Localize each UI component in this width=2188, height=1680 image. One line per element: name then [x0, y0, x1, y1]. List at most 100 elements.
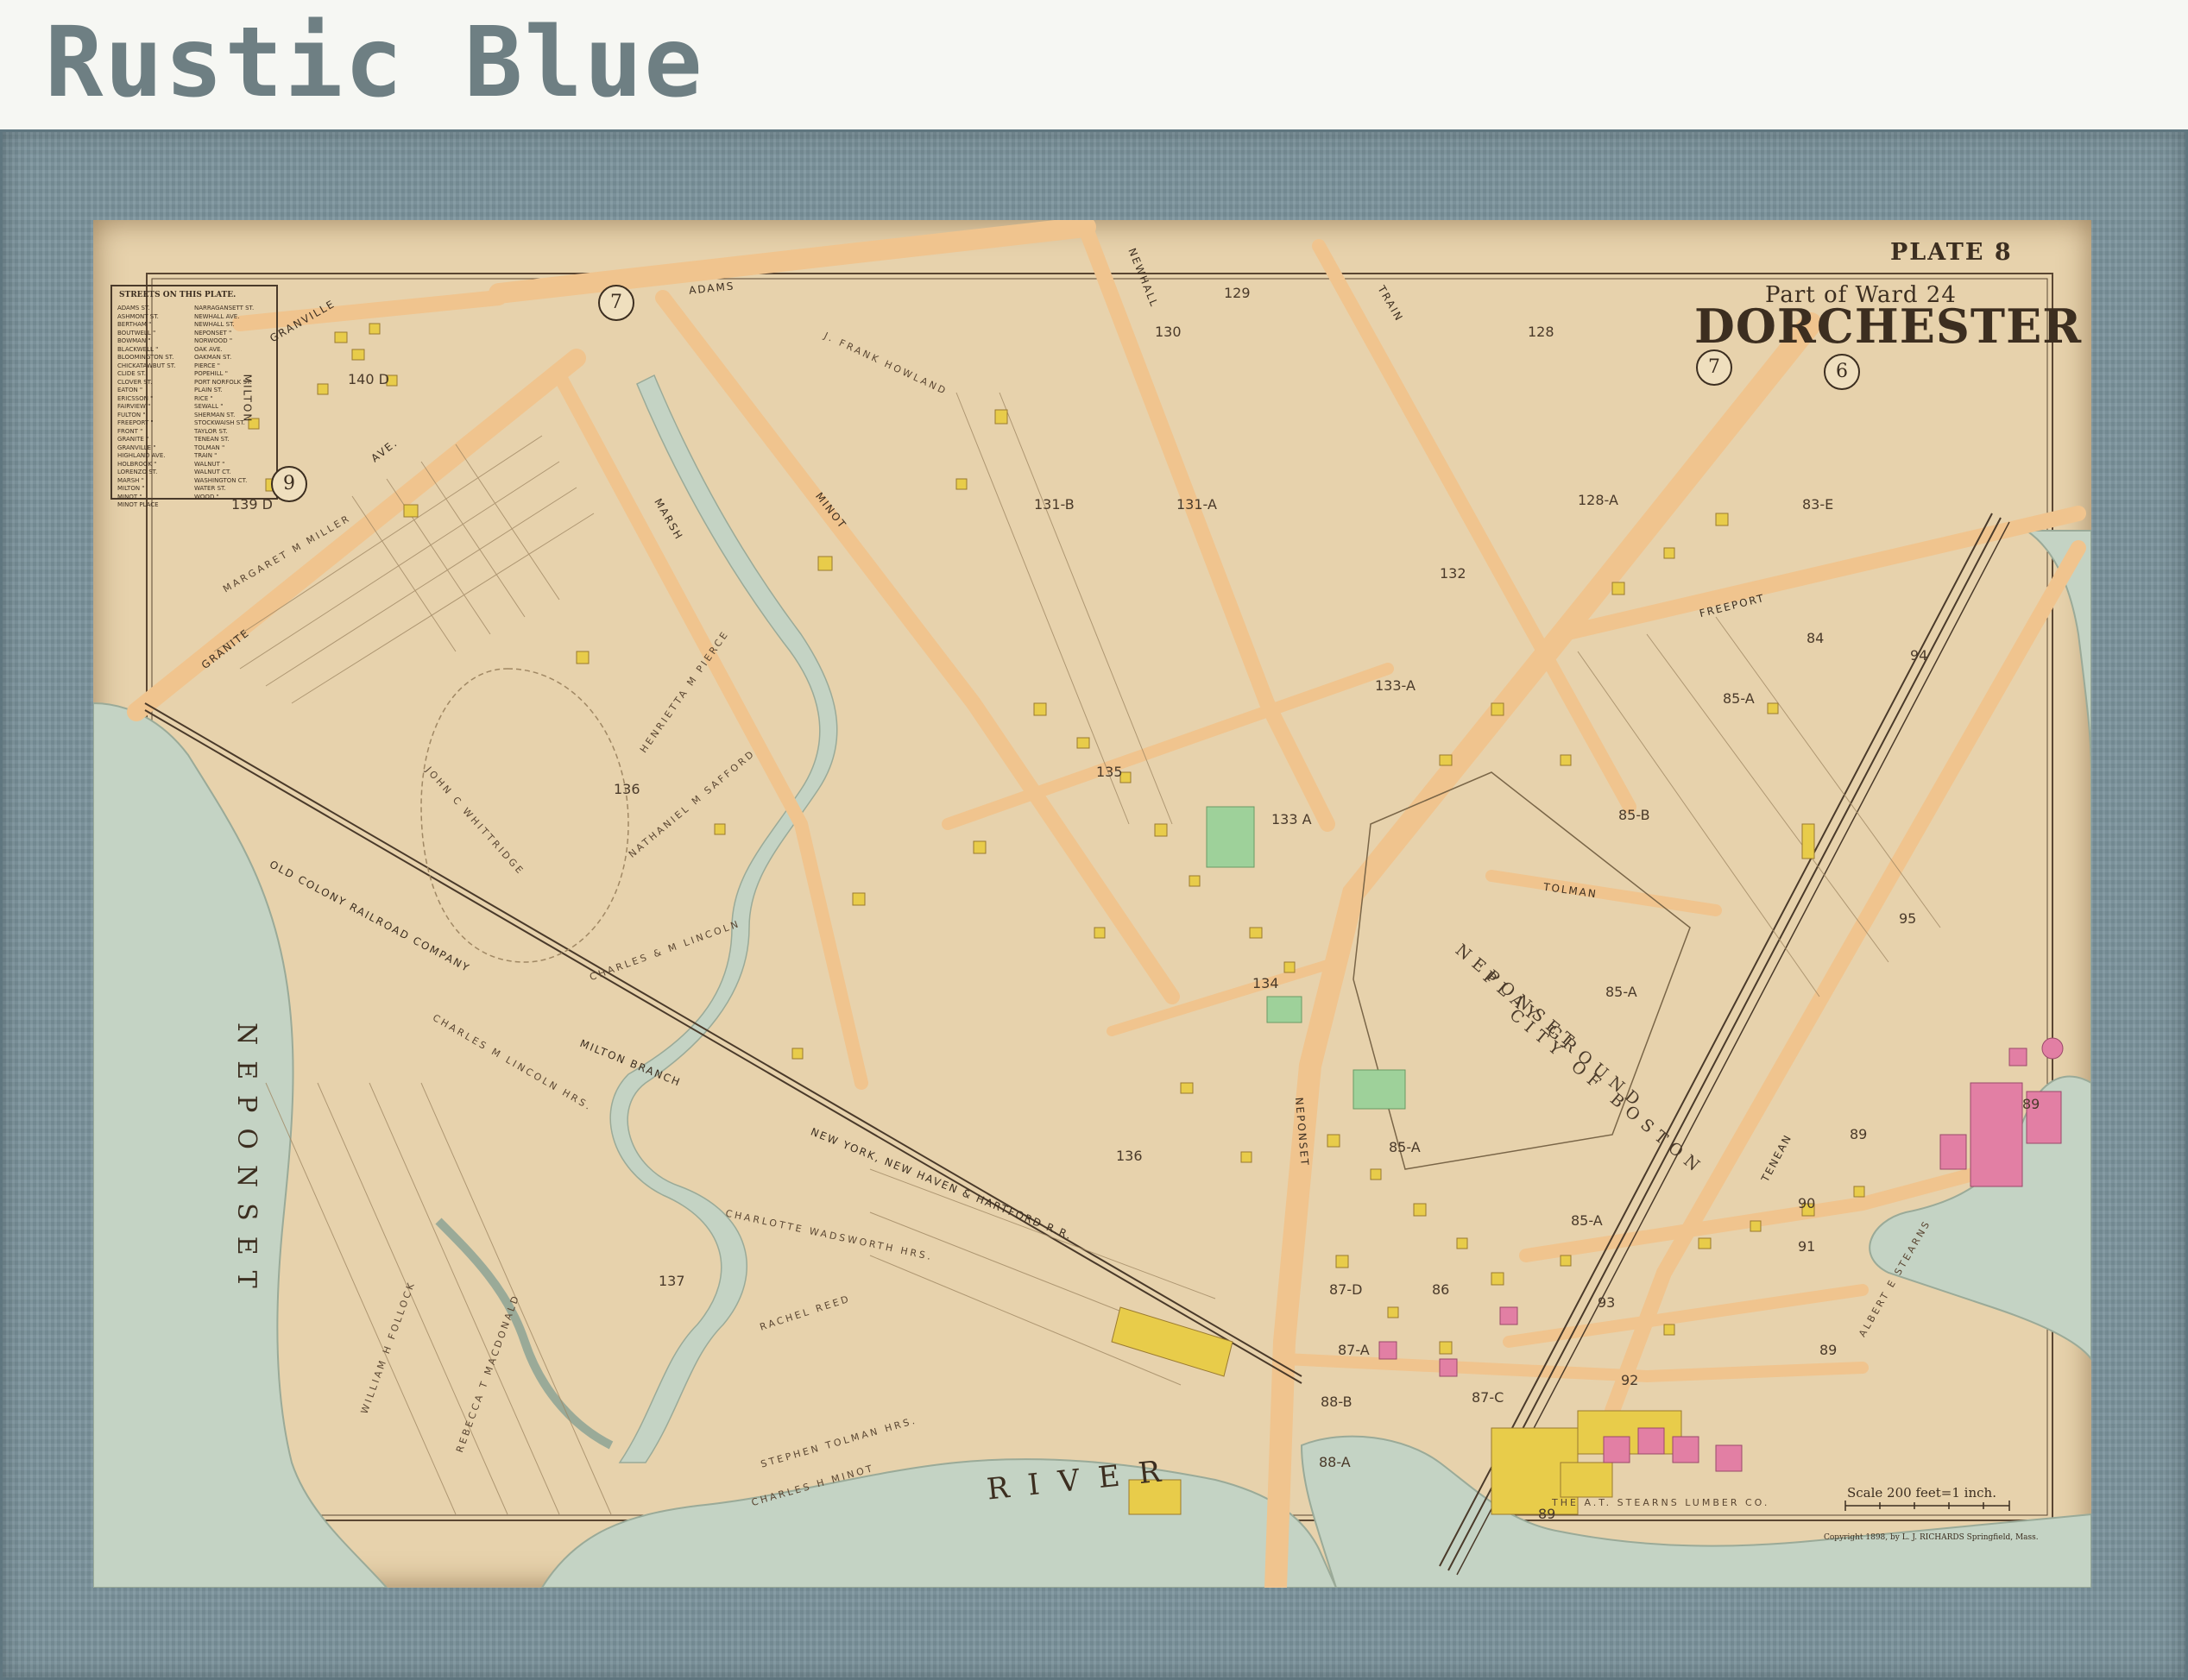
- copyright-text: Copyright 1898, by L. J. RICHARDS Spring…: [1824, 1533, 2039, 1542]
- railroad: [144, 513, 2010, 1576]
- park-green-1: [1206, 806, 1255, 868]
- street-entry: ERICSSON ": [117, 394, 154, 402]
- plot-number: 95: [1899, 910, 1917, 927]
- street-entry: TOLMAN ": [194, 444, 225, 451]
- estate-oval: [420, 668, 629, 963]
- road-label: MILTON: [241, 374, 254, 424]
- street-entry: MINOT PLACE: [117, 501, 159, 508]
- plate-number: PLATE 8: [1890, 239, 2013, 266]
- street-entry: NEWHALL ST.: [194, 321, 235, 328]
- street-entry: EATON ": [117, 387, 143, 393]
- railroad-yard: [1111, 1306, 1233, 1377]
- ward-circle: 7: [1696, 349, 1732, 386]
- plot-number: 85-A: [1389, 1139, 1421, 1155]
- streets-legend-col1: ADAMS ST. ASHMONT ST. BERTHAM " BOUTWELL…: [117, 305, 175, 510]
- milton-avenue: [232, 290, 507, 331]
- plot-number: 136: [614, 781, 640, 797]
- street-entry: WASHINGTON CT.: [194, 476, 248, 484]
- ward-circle: 9: [271, 466, 307, 502]
- cross-street-2: [1107, 957, 1341, 1036]
- river-east: [1869, 530, 2091, 1361]
- street-entry: MARSH ": [117, 476, 144, 484]
- map-drawing: [93, 220, 2091, 1588]
- ward-circle: 7: [598, 285, 634, 321]
- street-entry: OAK AVE.: [194, 345, 223, 353]
- streets-legend-title: STREETS ON THIS PLATE.: [119, 291, 236, 299]
- street-entry: WALNUT ": [194, 460, 225, 468]
- river-label-neponset: NEPONSET: [231, 1022, 262, 1304]
- plot-number: 89: [2022, 1096, 2040, 1112]
- plot-number: 89: [1850, 1126, 1868, 1142]
- street-entry: ASHMONT ST.: [117, 312, 159, 320]
- street-entry: OAKMAN ST.: [194, 354, 232, 361]
- train-street: [1312, 239, 1636, 814]
- street-entry: GRANITE ": [117, 436, 149, 443]
- plot-number: 131-B: [1034, 496, 1075, 513]
- plot-number: 85-A: [1571, 1212, 1603, 1229]
- page-header: Rustic Blue: [0, 0, 2188, 129]
- street-entry: BLACKWELL ": [117, 345, 159, 353]
- street-entry: LORENZO ST.: [117, 469, 158, 475]
- street-entry: GRANVILLE ": [117, 444, 156, 451]
- street-entry: CLOVER ST.: [117, 378, 153, 386]
- plot-number: 88-A: [1319, 1454, 1351, 1470]
- plot-number: 134: [1252, 975, 1279, 991]
- plot-number: 137: [659, 1273, 685, 1289]
- street-entry: HOLBROOK ": [117, 460, 157, 468]
- plot-number: 131-A: [1176, 496, 1217, 513]
- plot-number: 93: [1598, 1294, 1616, 1311]
- street-entry: NEPONSET ": [194, 329, 232, 337]
- street-entry: FULTON ": [117, 411, 146, 418]
- plot-number: 133-A: [1375, 677, 1416, 694]
- plot-number: 132: [1440, 565, 1466, 582]
- ward-circle: 6: [1824, 354, 1860, 390]
- street-entry: PIERCE ": [194, 362, 220, 369]
- street-entry: TENEAN ST.: [194, 436, 230, 443]
- park-green-3: [1266, 996, 1302, 1023]
- plot-number: 83-E: [1802, 496, 1834, 513]
- street-entry: BLOOMINGTON ST.: [117, 354, 174, 361]
- plot-number: 136: [1116, 1148, 1143, 1164]
- street-entry: NEWHALL AVE.: [194, 312, 240, 320]
- street-entry: BERTHAM ": [117, 321, 152, 328]
- plot-number: 133 A: [1271, 811, 1312, 827]
- plot-number: 89: [1538, 1506, 1556, 1522]
- plot-number: 89: [1819, 1342, 1838, 1358]
- street-entry: HIGHLAND AVE.: [117, 452, 166, 459]
- product-title: Rustic Blue: [45, 7, 704, 119]
- plot-number: 90: [1798, 1195, 1816, 1211]
- plot-number: 88-B: [1321, 1394, 1353, 1410]
- street-entry: CHICKATAWBUT ST.: [117, 362, 176, 369]
- plot-number: 139 D: [231, 496, 273, 513]
- lot-lines: [213, 392, 1941, 1515]
- street-entry: WATER ST.: [194, 485, 226, 492]
- plot-number: 94: [1910, 647, 1928, 664]
- river-south: [540, 1458, 1338, 1588]
- park-green-2: [1353, 1069, 1406, 1110]
- plot-number: 84: [1807, 630, 1825, 646]
- street-entry: NORWOOD ": [194, 337, 233, 344]
- map-print: PLATE 8 Part of Ward 24 DORCHESTER Scale…: [93, 220, 2091, 1588]
- street-entry: MILTON ": [117, 485, 145, 492]
- roads: [127, 220, 2086, 1588]
- scale-text: Scale 200 feet=1 inch.: [1847, 1485, 1996, 1501]
- plot-number: 129: [1224, 285, 1251, 301]
- street-entry: ADAMS ST.: [117, 305, 150, 311]
- street-entry: TAYLOR ST.: [194, 427, 228, 435]
- street-entry: WALNUT CT.: [194, 469, 231, 475]
- scale-bar: [1844, 1501, 2010, 1511]
- street-entry: BOWMAN ": [117, 337, 151, 344]
- adams-street: [489, 220, 1096, 304]
- plot-number: 85-A: [1605, 984, 1637, 1000]
- street-entry: FAIRVIEW ": [117, 403, 151, 410]
- waterfront-street: [1278, 1353, 1869, 1383]
- plot-number: 85-B: [1618, 807, 1650, 823]
- owner-label: THE A.T. STEARNS LUMBER CO.: [1552, 1497, 1770, 1508]
- street-entry: FREEPORT ": [117, 419, 154, 426]
- plot-number: 91: [1798, 1238, 1816, 1255]
- plot-number: 128: [1528, 324, 1554, 340]
- plot-number: 87-A: [1338, 1342, 1370, 1358]
- street-entry: TRAIN ": [194, 452, 218, 459]
- marsh-creek: [435, 1218, 614, 1450]
- street-entry: FRONT ": [117, 427, 143, 435]
